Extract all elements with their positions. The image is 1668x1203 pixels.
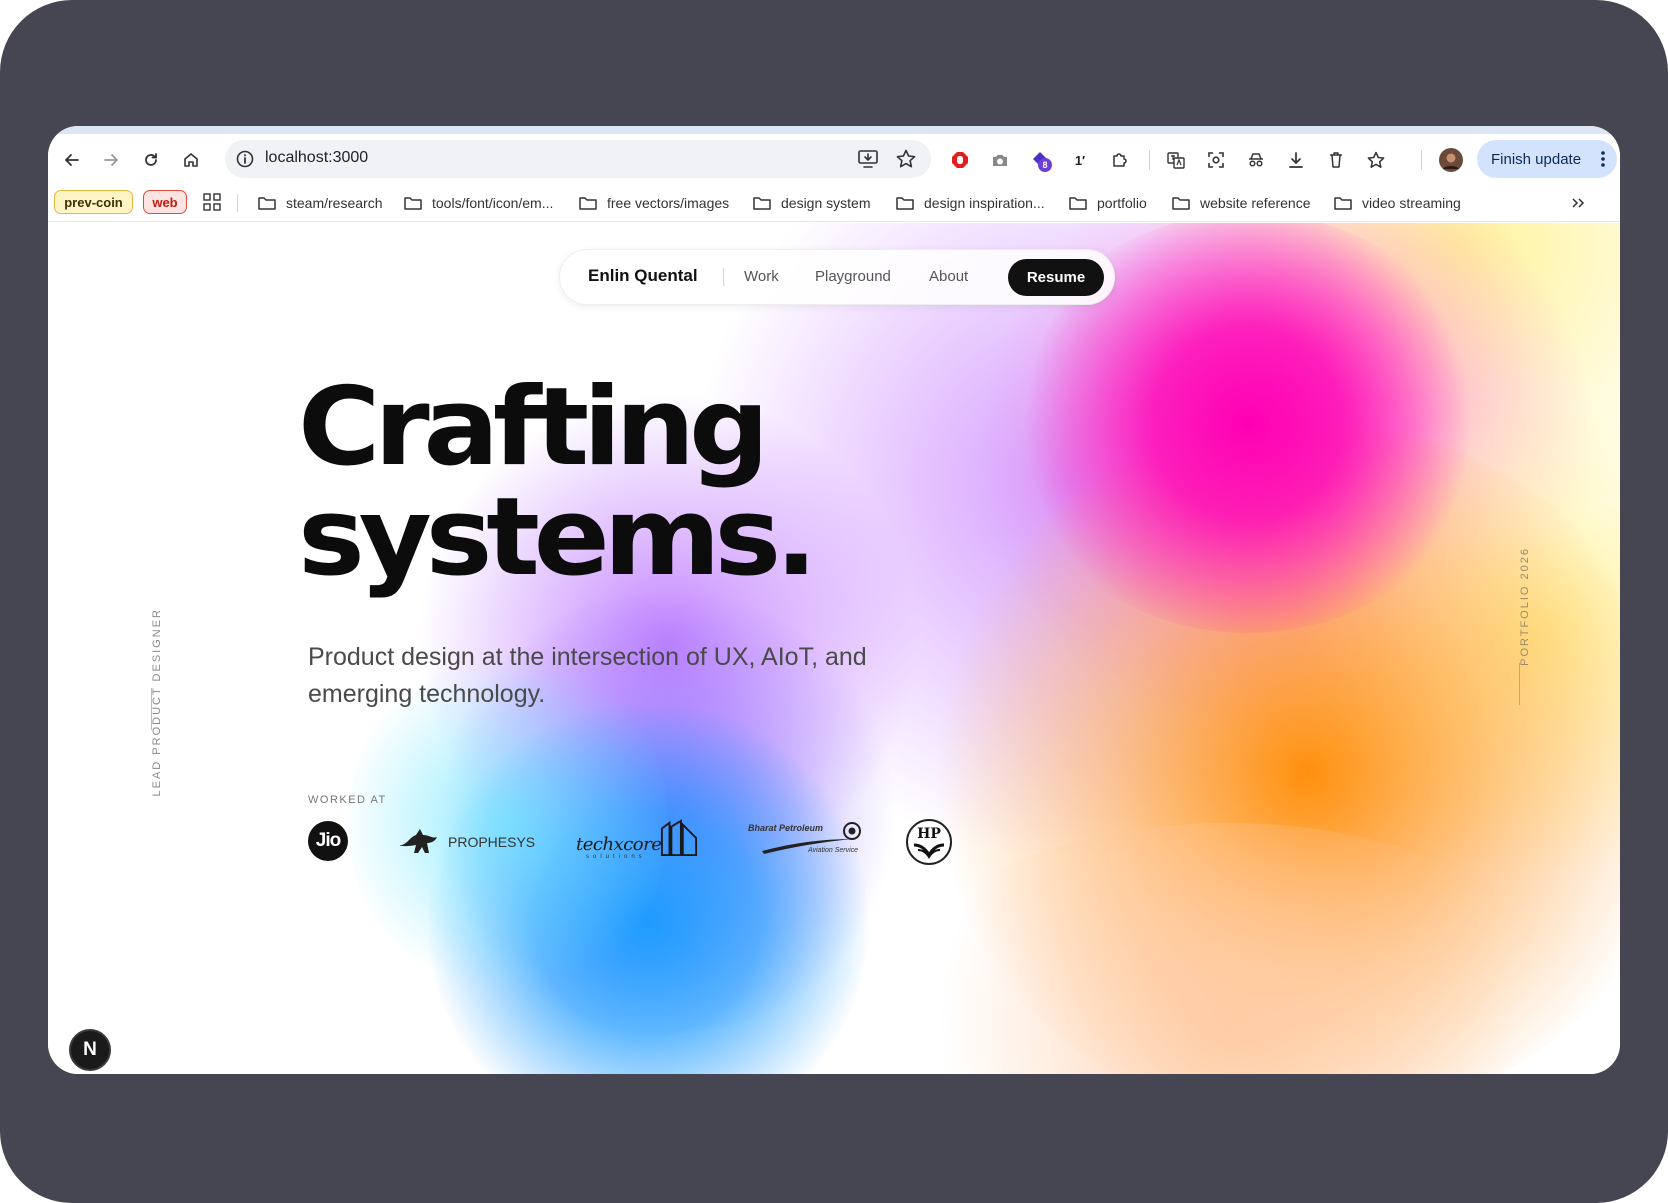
download-icon[interactable] (1282, 146, 1310, 174)
side-rule-left (151, 688, 152, 730)
bookmark-folder-design-system[interactable]: design system (753, 193, 870, 213)
finish-update-label: Finish update (1491, 150, 1582, 168)
bookmark-folder-website-reference[interactable]: website reference (1172, 193, 1311, 213)
address-bar[interactable]: localhost:3000 (225, 140, 931, 178)
bookmarks-divider (237, 194, 238, 212)
nav-link-playground[interactable]: Playground (815, 268, 891, 285)
camera-icon[interactable] (986, 146, 1014, 174)
jio-logo: Jio (308, 821, 348, 861)
nav-divider (723, 268, 724, 286)
install-app-icon[interactable] (857, 148, 879, 170)
trash-icon[interactable] (1322, 146, 1350, 174)
folder-icon (1172, 197, 1190, 210)
techxcore-logo: techxcore solutions (576, 819, 698, 865)
bookmarks-bar: prev-coin web steam/research tools/font/… (48, 188, 1620, 222)
folder-icon (1334, 197, 1352, 210)
folder-icon (753, 197, 771, 210)
extension-text-icon[interactable]: 1′ (1066, 146, 1094, 174)
translate-icon[interactable] (1162, 146, 1190, 174)
bookmark-chip-prev-coin[interactable]: prev-coin (54, 190, 133, 214)
folder-icon (404, 197, 422, 210)
tab-strip (48, 126, 1620, 134)
apps-grid-icon[interactable] (203, 193, 221, 211)
bharat-swoosh-icon (762, 822, 861, 854)
side-label-left: LEAD PRODUCT DESIGNER (151, 608, 163, 797)
side-rule-right (1519, 663, 1520, 705)
headline-line-1: Crafting (298, 365, 769, 490)
home-icon[interactable] (177, 146, 205, 174)
nav-brand[interactable]: Enlin Quental (588, 266, 698, 286)
resume-button[interactable]: Resume (1008, 259, 1104, 296)
folder-icon (1069, 197, 1087, 210)
site-info-icon[interactable] (235, 149, 255, 169)
bookmark-chip-web[interactable]: web (143, 190, 187, 214)
folder-icon (579, 197, 597, 210)
bookmark-star-icon[interactable] (895, 148, 917, 170)
bookmark-folder-video-streaming[interactable]: video streaming (1334, 193, 1461, 213)
bookmark-folder-free-vectors[interactable]: free vectors/images (579, 193, 729, 213)
back-icon[interactable] (58, 146, 86, 174)
nav-link-work[interactable]: Work (744, 268, 779, 285)
hero-headline: Crafting systems. (298, 365, 818, 600)
adblock-icon[interactable] (946, 146, 974, 174)
folder-icon (896, 197, 914, 210)
bookmark-folder-steam-research[interactable]: steam/research (258, 193, 382, 213)
hp-logo: HP (906, 819, 952, 865)
extension-badge: 8 (1038, 158, 1052, 172)
prophesys-logo: PROPHESYS (400, 827, 550, 857)
bharat-petroleum-logo: Bharat Petroleum Aviation Service (748, 821, 868, 861)
side-label-right: PORTFOLIO 2026 (1519, 547, 1531, 666)
griffin-icon (400, 829, 437, 853)
folder-icon (258, 197, 276, 210)
reload-icon[interactable] (137, 146, 165, 174)
browser-toolbar: localhost:3000 8 1′ Finish update (48, 134, 1620, 186)
hp-emblem-icon (913, 843, 945, 859)
incognito-icon[interactable] (1242, 146, 1270, 174)
worked-at-label: WORKED AT (308, 794, 387, 806)
bookmark-folder-tools[interactable]: tools/font/icon/em... (404, 193, 553, 213)
bookmark-folder-portfolio[interactable]: portfolio (1069, 193, 1147, 213)
more-bookmarks-chevron-icon[interactable] (1570, 195, 1586, 211)
finish-update-button[interactable]: Finish update (1477, 140, 1617, 178)
techxcore-mark-icon (660, 819, 698, 857)
forward-icon[interactable] (97, 146, 125, 174)
nav-link-about[interactable]: About (929, 268, 968, 285)
url-text[interactable]: localhost:3000 (265, 149, 368, 167)
puzzle-icon[interactable] (1106, 146, 1134, 174)
more-vert-icon[interactable] (1601, 150, 1605, 168)
lens-icon[interactable] (1202, 146, 1230, 174)
profile-avatar[interactable] (1437, 146, 1465, 174)
hero-subline: Product design at the intersection of UX… (308, 643, 867, 708)
extension-diamond-icon[interactable]: 8 (1026, 146, 1054, 174)
portfolio-page: Enlin Quental Work Playground About Resu… (48, 223, 1620, 1074)
sparkle-star-icon[interactable] (1362, 146, 1390, 174)
toolbar-divider (1421, 150, 1422, 170)
nextjs-dev-badge[interactable]: N (69, 1029, 111, 1071)
device-frame: localhost:3000 8 1′ Finish update prev-c… (0, 0, 1668, 1203)
bookmark-folder-design-inspiration[interactable]: design inspiration... (896, 193, 1045, 213)
top-nav: Enlin Quental Work Playground About Resu… (559, 249, 1115, 305)
headline-line-2: systems. (298, 475, 818, 600)
browser-window: localhost:3000 8 1′ Finish update prev-c… (48, 126, 1620, 1074)
toolbar-divider (1149, 150, 1150, 170)
